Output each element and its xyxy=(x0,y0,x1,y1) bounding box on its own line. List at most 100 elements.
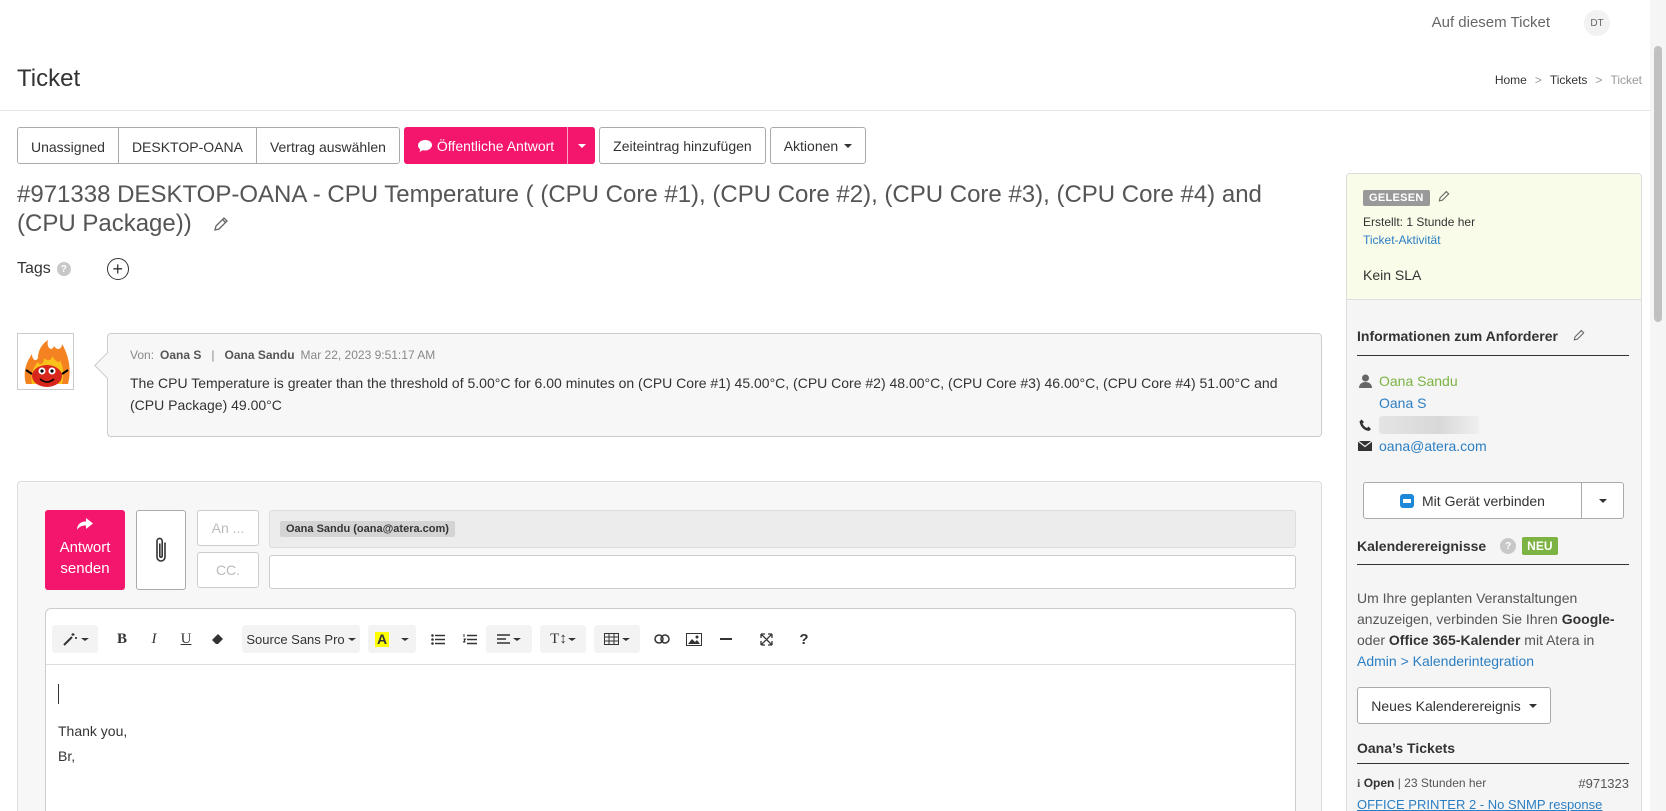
text-size-dropdown[interactable]: T↕ xyxy=(540,625,586,653)
unassigned-button[interactable]: Unassigned xyxy=(18,128,118,163)
requester-short-name[interactable]: Oana S xyxy=(1379,395,1426,411)
font-family-label: Source Sans Pro xyxy=(246,631,345,647)
new-event-label: Neues Kalenderereignis xyxy=(1371,697,1521,714)
section-divider xyxy=(1357,564,1629,565)
actions-button[interactable]: Aktionen xyxy=(769,127,867,164)
horizontal-rule-icon[interactable] xyxy=(716,625,736,653)
assignment-button-group: Unassigned DESKTOP-OANA Vertrag auswähle… xyxy=(17,127,400,164)
section-divider xyxy=(1357,763,1629,764)
envelope-icon xyxy=(1357,438,1373,454)
link-glyph xyxy=(654,634,670,644)
ticket-toolbar: Unassigned DESKTOP-OANA Vertrag auswähle… xyxy=(17,127,867,164)
image-icon[interactable] xyxy=(684,625,704,653)
requester-sidebar: Informationen zum Anforderer Oana Sandu … xyxy=(1346,300,1642,811)
ticket-activity-link[interactable]: Ticket-Aktivität xyxy=(1363,233,1441,247)
image-glyph xyxy=(686,632,702,646)
calendar-integration-link[interactable]: Admin > Kalenderintegration xyxy=(1357,653,1534,669)
connect-device-dropdown[interactable] xyxy=(1581,483,1623,518)
from-full-name: Oana Sandu xyxy=(224,348,295,362)
breadcrumb-separator: > xyxy=(1534,73,1542,87)
requester-email[interactable]: oana@atera.com xyxy=(1379,438,1487,454)
chevron-down-icon xyxy=(347,637,356,641)
calendar-google: Google- xyxy=(1561,611,1615,627)
teamviewer-icon xyxy=(1400,493,1415,508)
highlight-color-group[interactable]: A xyxy=(368,625,416,653)
ordered-list-icon[interactable] xyxy=(460,625,480,653)
calendar-office: Office 365-Kalender xyxy=(1388,632,1521,648)
fullscreen-icon[interactable] xyxy=(756,625,776,653)
new-calendar-event-button[interactable]: Neues Kalenderereignis xyxy=(1357,687,1551,724)
requester-name[interactable]: Oana Sandu xyxy=(1379,373,1458,389)
align-left-icon xyxy=(497,634,510,644)
public-reply-button[interactable]: Öffentliche Antwort xyxy=(403,127,568,164)
connect-device-button[interactable]: Mit Gerät verbinden xyxy=(1364,483,1581,518)
bold-icon[interactable]: B xyxy=(112,625,132,653)
requester-email-row: oana@atera.com xyxy=(1357,438,1487,454)
chevron-down-icon xyxy=(1528,703,1537,708)
ticket-id[interactable]: #971323 xyxy=(1578,776,1629,791)
magic-wand-dropdown[interactable] xyxy=(52,625,98,653)
page-scrollbar[interactable] xyxy=(1650,0,1666,811)
editor-body[interactable]: Thank you, Br, xyxy=(58,719,127,769)
help-icon[interactable]: ? xyxy=(794,625,814,653)
top-bar: Auf diesem Ticket DT xyxy=(0,0,1650,48)
add-tag-icon[interactable]: + xyxy=(106,258,129,280)
cc-input[interactable] xyxy=(269,555,1296,589)
device-button[interactable]: DESKTOP-OANA xyxy=(117,128,256,163)
breadcrumb-home[interactable]: Home xyxy=(1495,73,1527,87)
reply-editor[interactable]: B I U Source Sans Pro A T↕ ? Thank you, … xyxy=(45,608,1296,811)
user-avatar[interactable]: DT xyxy=(1584,10,1610,36)
attach-button[interactable] xyxy=(136,510,186,590)
related-ticket-link[interactable]: OFFICE PRINTER 2 - No SNMP response xyxy=(1357,797,1602,811)
editor-toolbar: B I U Source Sans Pro A T↕ ? xyxy=(46,609,1295,665)
cc-button[interactable]: CC. xyxy=(197,552,259,588)
breadcrumb: Home > Tickets > Ticket xyxy=(1495,73,1642,87)
redacted-phone xyxy=(1379,416,1479,434)
scrollbar-thumb[interactable] xyxy=(1654,46,1662,322)
requester-short-row: Oana S xyxy=(1379,395,1426,411)
underline-icon[interactable]: U xyxy=(176,625,196,653)
table-dropdown[interactable] xyxy=(594,625,640,653)
edit-requester-icon[interactable] xyxy=(1572,329,1586,343)
requester-avatar xyxy=(17,333,74,390)
align-dropdown[interactable] xyxy=(486,625,532,653)
ol-glyph xyxy=(463,633,477,644)
table-icon xyxy=(604,633,619,645)
connect-device-label: Mit Gerät verbinden xyxy=(1422,492,1545,509)
requester-section-title: Informationen zum Anforderer xyxy=(1357,328,1586,344)
contract-button[interactable]: Vertrag auswählen xyxy=(255,128,399,163)
from-label: Von: xyxy=(130,348,155,362)
status-badge: GELESEN xyxy=(1363,190,1430,206)
calendar-text-1: Um Ihre geplanten Veranstaltungen anzuze… xyxy=(1357,590,1578,627)
send-reply-button[interactable]: Antwort senden xyxy=(45,510,125,590)
time-entry-button[interactable]: Zeiteintrag hinzufügen xyxy=(599,127,766,164)
text-color-icon: A xyxy=(374,630,390,647)
breadcrumb-tickets[interactable]: Tickets xyxy=(1550,73,1588,87)
ticket-status-panel: GELESEN Erstellt: 1 Stunde her Ticket-Ak… xyxy=(1346,173,1642,300)
recipients-field[interactable]: Oana Sandu (oana@atera.com) xyxy=(269,510,1296,548)
help-icon[interactable]: ? xyxy=(1500,538,1517,554)
calendar-description: Um Ihre geplanten Veranstaltungen anzuze… xyxy=(1357,588,1633,672)
link-icon[interactable] xyxy=(652,625,672,653)
recipient-chip[interactable]: Oana Sandu (oana@atera.com) xyxy=(280,521,455,537)
eraser-icon[interactable] xyxy=(208,625,228,653)
italic-icon[interactable]: I xyxy=(144,625,164,653)
edit-status-icon[interactable] xyxy=(1437,190,1451,204)
page-title: Ticket xyxy=(17,65,81,92)
meta-separator: | xyxy=(211,348,215,362)
signature-line1: Thank you, xyxy=(58,723,128,739)
ticket-title: #971338 DESKTOP-OANA - CPU Temperature (… xyxy=(17,180,1297,238)
public-reply-dropdown[interactable] xyxy=(567,127,596,164)
chevron-down-icon xyxy=(622,637,630,641)
message-body: The CPU Temperature is greater than the … xyxy=(130,375,1278,413)
chevron-down-icon xyxy=(513,637,521,641)
public-reply-label: Öffentliche Antwort xyxy=(436,137,555,154)
unordered-list-icon[interactable] xyxy=(428,625,448,653)
ticket-title-text: #971338 DESKTOP-OANA - CPU Temperature (… xyxy=(17,181,1262,237)
help-icon[interactable]: ? xyxy=(56,262,71,276)
message-bubble: Von: Oana S | Oana Sandu Mar 22, 2023 9:… xyxy=(107,333,1322,437)
font-family-select[interactable]: Source Sans Pro xyxy=(242,625,360,653)
on-this-ticket-link[interactable]: Auf diesem Ticket xyxy=(1432,14,1550,31)
to-button[interactable]: An ... xyxy=(197,510,259,546)
edit-pencil-icon[interactable] xyxy=(212,216,230,234)
